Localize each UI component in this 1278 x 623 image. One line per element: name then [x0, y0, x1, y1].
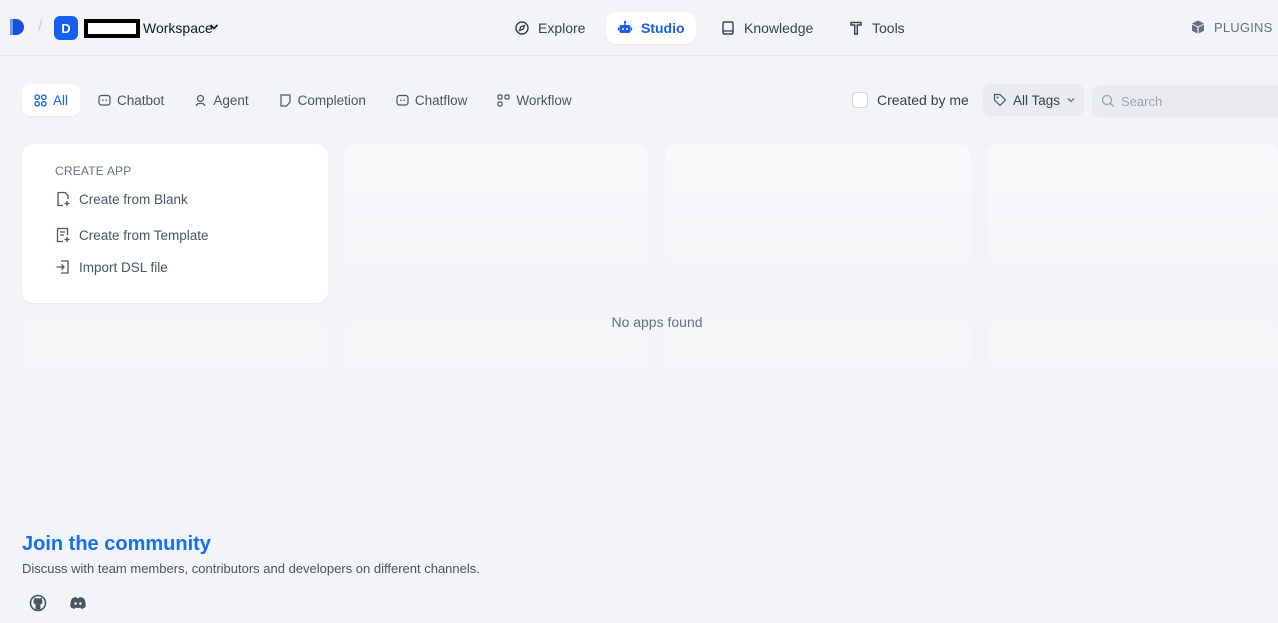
app-card-placeholder	[987, 144, 1278, 303]
created-by-me-filter[interactable]: Created by me	[852, 92, 969, 108]
workspace-name-redacted	[84, 19, 140, 38]
chat-icon	[98, 94, 111, 106]
breadcrumb-separator: /	[38, 18, 43, 35]
tags-filter-button[interactable]: All Tags	[983, 84, 1084, 116]
app-card-placeholder	[344, 319, 649, 474]
app-card-placeholder	[987, 319, 1278, 474]
nav-knowledge[interactable]: Knowledge	[709, 12, 824, 44]
workspace-label[interactable]: Workspace	[143, 20, 213, 36]
tab-chatflow[interactable]: Chatflow	[384, 84, 480, 116]
nav-explore[interactable]: Explore	[503, 12, 596, 44]
nav-knowledge-label: Knowledge	[744, 20, 814, 36]
app-card-placeholder	[665, 144, 971, 303]
community-description: Discuss with team members, contributors …	[22, 561, 480, 576]
app-card-placeholder	[665, 319, 971, 474]
tab-agent-label: Agent	[213, 92, 249, 108]
tags-filter-label: All Tags	[1013, 92, 1061, 108]
create-from-template-button[interactable]: Create from Template	[55, 227, 209, 243]
search-box[interactable]	[1092, 85, 1278, 117]
nav-studio[interactable]: Studio	[606, 12, 696, 44]
import-icon	[56, 260, 69, 274]
search-icon	[1101, 94, 1114, 107]
tab-all[interactable]: All	[22, 84, 81, 116]
template-icon	[56, 227, 70, 243]
document-icon	[279, 93, 291, 107]
nav-tools[interactable]: Tools	[837, 12, 916, 44]
workspace-avatar[interactable]: D	[54, 16, 78, 40]
tag-icon	[993, 93, 1007, 107]
github-icon[interactable]	[28, 593, 48, 613]
tab-chatbot-label: Chatbot	[117, 92, 165, 108]
grid-icon	[34, 93, 47, 107]
app-type-tabs: All Chatbot Agent Completion Chatflow Wo…	[22, 84, 590, 116]
created-by-me-label: Created by me	[877, 92, 969, 108]
chat-icon	[396, 94, 409, 106]
tab-workflow[interactable]: Workflow	[485, 84, 583, 116]
robot-icon	[617, 20, 633, 33]
app-card-placeholder	[344, 144, 649, 303]
agent-icon	[195, 94, 206, 106]
tab-completion[interactable]: Completion	[267, 84, 378, 116]
tab-completion-label: Completion	[297, 92, 366, 108]
top-navbar: / D Workspace Explore Studio Knowledge T…	[0, 0, 1278, 56]
plugins-button[interactable]: PLUGINS	[1190, 19, 1272, 35]
created-by-me-checkbox[interactable]	[852, 92, 868, 108]
nav-studio-label: Studio	[641, 20, 685, 36]
hammer-icon	[850, 21, 862, 35]
app-logo[interactable]	[8, 17, 28, 37]
nav-tools-label: Tools	[872, 20, 905, 36]
create-app-title: CREATE APP	[55, 164, 132, 178]
import-dsl-button[interactable]: Import DSL file	[55, 259, 168, 275]
tab-chatflow-label: Chatflow	[414, 92, 468, 108]
app-card-placeholder	[22, 319, 328, 474]
search-input[interactable]	[1121, 93, 1271, 109]
plugins-label: PLUGINS	[1214, 19, 1273, 35]
file-plus-icon	[57, 191, 70, 207]
import-dsl-label: Import DSL file	[79, 259, 168, 275]
create-from-template-label: Create from Template	[79, 227, 209, 243]
tab-chatbot[interactable]: Chatbot	[86, 84, 176, 116]
chevron-down-icon	[1067, 98, 1075, 103]
tab-agent[interactable]: Agent	[182, 84, 260, 116]
create-app-card: CREATE APP Create from Blank Create from…	[22, 144, 328, 303]
create-from-blank-button[interactable]: Create from Blank	[55, 191, 188, 207]
tab-workflow-label: Workflow	[516, 92, 572, 108]
create-from-blank-label: Create from Blank	[79, 191, 188, 207]
empty-state-message: No apps found	[611, 314, 703, 330]
discord-icon[interactable]	[68, 593, 88, 613]
compass-icon	[515, 21, 529, 35]
cube-icon	[1192, 20, 1204, 34]
workflow-icon	[497, 93, 511, 107]
chevron-down-icon[interactable]	[209, 22, 219, 32]
community-title: Join the community	[22, 533, 211, 555]
book-icon	[722, 21, 734, 35]
tab-all-label: All	[53, 92, 69, 108]
nav-explore-label: Explore	[538, 20, 586, 36]
